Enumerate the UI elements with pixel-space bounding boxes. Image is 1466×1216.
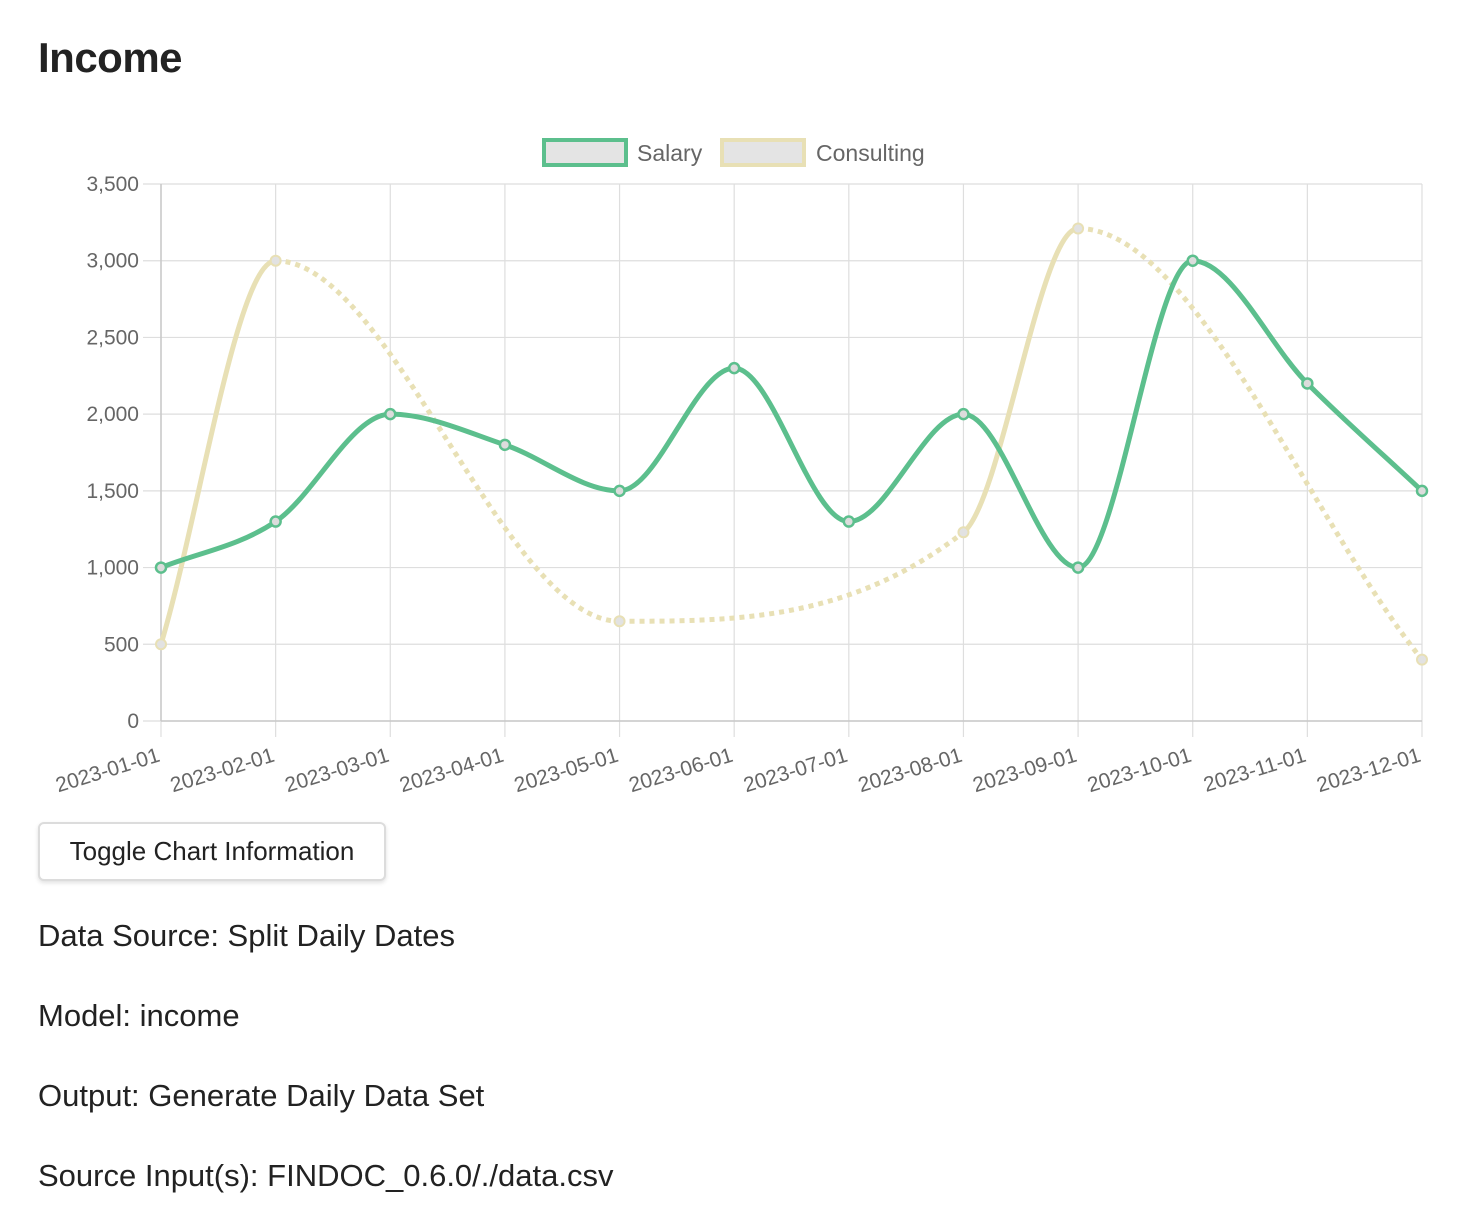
- y-tick-label: 0: [127, 710, 139, 733]
- legend-item-consulting-swatch: [720, 138, 806, 167]
- y-tick-label: 3,500: [86, 173, 139, 196]
- consulting-line-segment: [158, 258, 279, 647]
- salary-point: [498, 438, 512, 452]
- x-tick-label: 2023-07-01: [741, 744, 850, 797]
- output-text: Output: Generate Daily Data Set: [38, 1078, 485, 1113]
- consulting-line-segment: [619, 530, 965, 624]
- consulting-point: [957, 526, 970, 539]
- salary-point: [1071, 561, 1085, 574]
- y-tick-label: 2,000: [86, 403, 139, 426]
- x-tick-label: 2023-02-01: [168, 744, 277, 797]
- salary-point: [1186, 254, 1199, 267]
- y-tick-label: 2,500: [86, 326, 139, 349]
- legend-item-consulting-label: Consulting: [816, 140, 925, 166]
- income-chart: 0 500 1,000 1,500 2,000 2,500 3,000 3,500 2023-0…: [0, 120, 1466, 820]
- chart-canvas: 0 500 1,000 1,500 2,000 2,500 3,000 3,500 2023-0…: [53, 138, 1429, 797]
- salary-point: [727, 361, 741, 375]
- consulting-point: [155, 638, 167, 651]
- y-tick-label: 500: [104, 633, 139, 656]
- x-tick-label: 2023-11-01: [1201, 744, 1309, 797]
- data-source-text: Data Source: Split Daily Dates: [38, 918, 455, 953]
- y-tick-label: 1,500: [86, 480, 139, 503]
- salary-point: [957, 407, 970, 421]
- salary-point: [842, 515, 856, 528]
- consulting-point: [1072, 222, 1085, 235]
- x-tick-label: 2023-12-01: [1314, 744, 1423, 797]
- x-tick-label: 2023-01-01: [53, 744, 162, 797]
- model-text: Model: income: [38, 998, 240, 1033]
- consulting-point: [269, 254, 282, 267]
- x-tick-label: 2023-03-01: [282, 744, 391, 797]
- salary-point: [1301, 377, 1314, 390]
- salary-point: [613, 484, 626, 498]
- toggle-chart-info-button[interactable]: Toggle Chart Information: [38, 822, 386, 881]
- y-tick-label: 3,000: [86, 250, 139, 273]
- salary-point: [269, 515, 282, 528]
- x-tick-label: 2023-04-01: [397, 744, 506, 797]
- salary-point: [154, 561, 168, 574]
- legend-item-salary-label: Salary: [637, 140, 703, 166]
- source-inputs-text: Source Input(s): FINDOC_0.6.0/./data.csv: [38, 1158, 614, 1193]
- y-tick-label: 1,000: [86, 557, 139, 580]
- x-tick-label: 2023-10-01: [1085, 744, 1194, 797]
- x-tick-label: 2023-09-01: [970, 744, 1079, 797]
- salary-point: [384, 407, 397, 421]
- legend-item-salary-swatch: [542, 138, 628, 167]
- salary-point: [1415, 484, 1429, 498]
- x-tick-label: 2023-08-01: [855, 744, 964, 797]
- consulting-point: [1416, 653, 1428, 666]
- x-tick-label: 2023-06-01: [626, 744, 735, 797]
- consulting-point: [613, 615, 626, 628]
- x-tick-label: 2023-05-01: [512, 744, 621, 797]
- page-title: Income: [38, 34, 183, 81]
